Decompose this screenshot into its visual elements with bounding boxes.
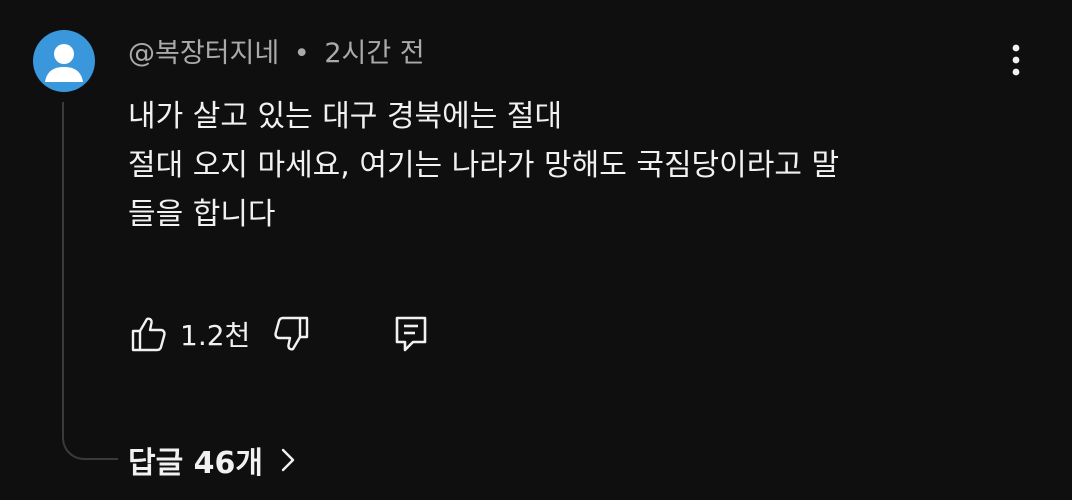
- view-replies-button[interactable]: 답글 46개: [128, 436, 297, 484]
- comment-timestamp: 2시간 전: [324, 38, 425, 69]
- comment-actions: 1.2천: [128, 310, 432, 358]
- comment-reply-icon: [395, 316, 427, 352]
- dislike-button[interactable]: [270, 313, 312, 355]
- vertical-ellipsis-icon: [1012, 44, 1020, 76]
- like-count: 1.2천: [180, 319, 251, 352]
- replies-label: 답글 46개: [128, 446, 263, 481]
- comment: @복장터지네 • 2시간 전 내가 살고 있는 대구 경북에는 절대 절대 오지…: [0, 0, 1072, 500]
- comment-text: 내가 살고 있는 대구 경북에는 절대 절대 오지 마세요, 여기는 나라가 망…: [128, 92, 1028, 239]
- more-options-button[interactable]: [996, 40, 1036, 80]
- avatar[interactable]: [33, 30, 95, 92]
- comment-text-line: 내가 살고 있는 대구 경북에는 절대: [128, 99, 563, 134]
- thumbs-down-icon: [274, 316, 309, 351]
- chevron-right-icon: [279, 445, 297, 475]
- thumbs-up-icon: [131, 317, 166, 352]
- reply-button[interactable]: [390, 313, 432, 355]
- reply-thread-line: [62, 102, 118, 460]
- like-button[interactable]: [128, 313, 170, 355]
- comment-text-line: 들을 합니다: [128, 197, 276, 232]
- author-handle[interactable]: @복장터지네: [128, 38, 279, 69]
- comment-text-line: 절대 오지 마세요, 여기는 나라가 망해도 국짐당이라고 말: [128, 148, 840, 183]
- default-avatar-icon: [45, 44, 83, 82]
- meta-separator: •: [293, 38, 310, 69]
- comment-meta: @복장터지네 • 2시간 전: [128, 34, 425, 74]
